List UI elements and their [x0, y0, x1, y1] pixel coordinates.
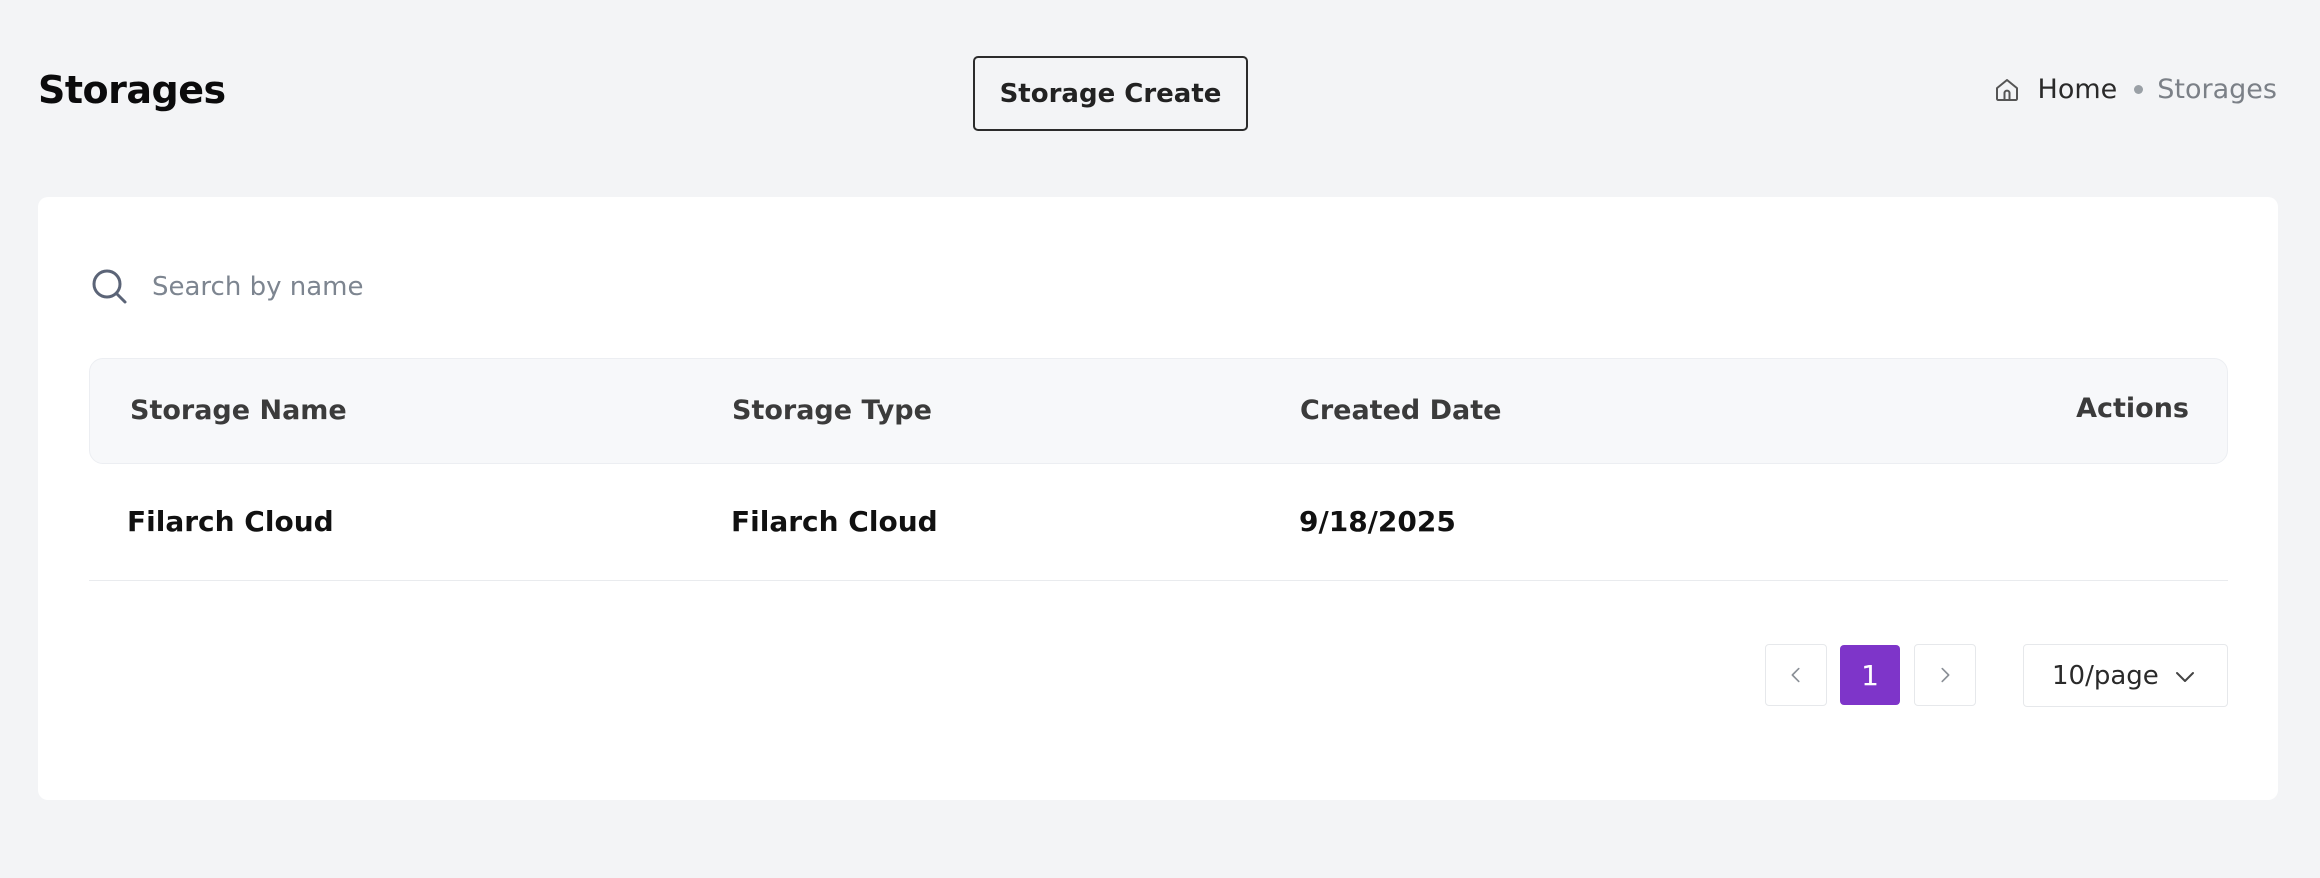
chevron-down-icon: [2173, 665, 2197, 689]
search-icon: [90, 267, 130, 307]
cell-storage-name: Filarch Cloud: [127, 505, 334, 538]
column-header-storage-name: Storage Name: [130, 395, 347, 426]
table-row[interactable]: Filarch Cloud Filarch Cloud 9/18/2025: [89, 465, 2228, 581]
page-size-select[interactable]: 10/page: [2023, 644, 2228, 707]
column-header-actions: Actions: [2076, 393, 2189, 424]
page-size-value: 10/page: [2052, 660, 2159, 691]
cell-storage-type: Filarch Cloud: [731, 505, 938, 538]
table-header: Storage Name Storage Type Created Date A…: [89, 358, 2228, 464]
column-header-created-date: Created Date: [1300, 395, 1502, 426]
page-header: Storages Storage Create Home Storages: [0, 0, 2320, 190]
next-page-button[interactable]: [1914, 644, 1976, 706]
column-header-storage-type: Storage Type: [732, 395, 932, 426]
chevron-right-icon: [1934, 664, 1956, 686]
breadcrumb-separator: [2134, 85, 2144, 94]
home-icon[interactable]: [1992, 75, 2022, 105]
page-title: Storages: [38, 68, 226, 112]
storage-create-button[interactable]: Storage Create: [973, 56, 1248, 131]
breadcrumb: Home Storages: [1992, 74, 2277, 105]
search-input[interactable]: [150, 271, 750, 303]
storages-card: Storage Name Storage Type Created Date A…: [38, 197, 2278, 800]
breadcrumb-home-link[interactable]: Home: [2038, 74, 2118, 105]
search-bar: [90, 257, 790, 317]
cell-created-date: 9/18/2025: [1299, 505, 1456, 538]
chevron-left-icon: [1785, 664, 1807, 686]
breadcrumb-current: Storages: [2157, 74, 2277, 105]
page-number-button[interactable]: 1: [1840, 645, 1900, 705]
previous-page-button[interactable]: [1765, 644, 1827, 706]
